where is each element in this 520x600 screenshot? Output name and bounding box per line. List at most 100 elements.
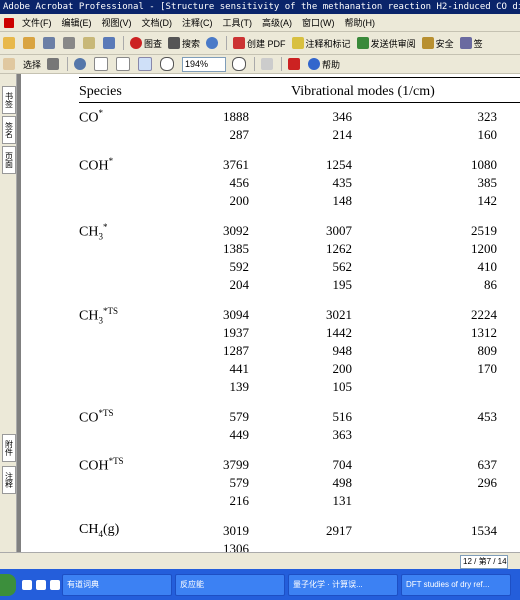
menu-file[interactable]: 文件(F)	[17, 16, 57, 29]
vibrational-modes-header: Vibrational modes (1/cm)	[291, 84, 435, 99]
start-button[interactable]	[0, 573, 16, 596]
mode-value: 453	[477, 409, 498, 424]
mode-value: 3094	[223, 307, 249, 322]
taskbar-item-dictionary[interactable]: 有道词典	[62, 573, 172, 596]
snapshot-button[interactable]	[44, 56, 64, 72]
zoom-tool-button[interactable]	[71, 56, 91, 72]
tab-signatures[interactable]: 签名	[2, 116, 16, 144]
sign-icon	[459, 37, 472, 49]
send-review-button[interactable]: 发送供审阅	[354, 35, 419, 51]
zoom-input[interactable]: 194%	[182, 56, 227, 72]
create-pdf-button[interactable]: 创建 PDF	[230, 35, 289, 51]
species-label: COH*TS	[79, 456, 124, 474]
yahoo-icon	[288, 58, 301, 70]
sign-label: 签	[473, 38, 483, 49]
mode-value: 1200	[471, 241, 497, 256]
security-button[interactable]: 安全	[419, 35, 457, 51]
taskbar-item-quantum-chem[interactable]: 量子化学 · 计算误...	[288, 573, 398, 596]
document-view[interactable]: Species Vibrational modes (1/cm) CO* 1888…	[17, 74, 520, 552]
mode-value: 435	[332, 175, 353, 190]
attach-button[interactable]	[100, 35, 120, 51]
menu-advanced[interactable]: 高级(A)	[257, 16, 297, 29]
mode-value: 105	[332, 379, 353, 394]
view-toolbar: 选择 194% 帮助	[0, 55, 520, 74]
image-search-icon	[130, 37, 142, 49]
quicklaunch-icon[interactable]	[50, 579, 60, 590]
select-tool-button[interactable]: 选择	[20, 56, 44, 72]
search-button[interactable]: 搜索	[165, 35, 203, 51]
help-label: 帮助	[322, 59, 341, 70]
tab-comments[interactable]: 注释	[2, 466, 16, 494]
sign-button[interactable]: 签	[457, 35, 486, 51]
mode-value: 498	[332, 475, 353, 490]
mode-value: 139	[229, 379, 250, 394]
zoom-out-button[interactable]	[157, 56, 179, 72]
taskbar-item-dft-studies[interactable]: DFT studies of dry ref...	[401, 573, 511, 596]
tab-attachments[interactable]: 附件	[2, 434, 16, 462]
mode-value: 216	[229, 493, 250, 508]
menu-window[interactable]: 窗口(W)	[297, 16, 340, 29]
binoculars-icon	[168, 37, 181, 49]
send-review-label: 发送供审阅	[370, 38, 416, 49]
mode-value: 214	[332, 127, 353, 142]
create-button[interactable]	[20, 35, 40, 51]
mode-value: 456	[229, 175, 250, 190]
zoom-in-button[interactable]	[229, 56, 251, 72]
mode-value: 385	[477, 175, 498, 190]
help-icon	[308, 58, 321, 70]
print-button[interactable]	[60, 35, 80, 51]
comment-markup-button[interactable]: 注释和标记	[289, 35, 354, 51]
security-label: 安全	[435, 38, 454, 49]
mode-value: 1306	[223, 541, 249, 552]
tab-pages[interactable]: 页面	[2, 146, 16, 174]
email-button[interactable]	[80, 35, 100, 51]
menu-edit[interactable]: 编辑(E)	[57, 16, 97, 29]
toolbar-separator	[254, 57, 256, 71]
camera-icon	[47, 58, 60, 70]
menu-comments[interactable]: 注释(C)	[177, 16, 218, 29]
mode-value: 441	[229, 361, 250, 376]
menu-tools[interactable]: 工具(T)	[218, 16, 258, 29]
menu-document[interactable]: 文档(D)	[137, 16, 178, 29]
refresh-button[interactable]	[203, 35, 223, 51]
fit-page-icon	[116, 57, 131, 71]
table-header-rule	[79, 102, 520, 103]
refresh-icon	[206, 37, 219, 49]
comment-icon	[291, 37, 304, 49]
mode-value: 562	[332, 259, 353, 274]
mode-value: 86	[484, 277, 497, 292]
save-button[interactable]	[40, 35, 60, 51]
toolbar-separator	[123, 36, 124, 50]
mode-value: 637	[477, 457, 498, 472]
menu-help[interactable]: 帮助(H)	[340, 16, 381, 29]
actual-size-button[interactable]	[91, 56, 113, 72]
page-indicator[interactable]: 12 / 第7 / 14 页	[460, 555, 508, 569]
comment-markup-label: 注释和标记	[305, 38, 351, 49]
fit-page-button[interactable]	[113, 56, 135, 72]
mode-value: 131	[332, 493, 353, 508]
search-label: 搜索	[182, 38, 201, 49]
quicklaunch-icon[interactable]	[36, 579, 46, 590]
navigation-panel: 书签 签名 页面 附件 注释	[0, 74, 17, 552]
taskbar-item-reaction-energy[interactable]: 反应能	[175, 573, 285, 596]
fit-width-button[interactable]	[135, 56, 157, 72]
create-pdf-icon	[233, 37, 246, 49]
hand-tool-button[interactable]	[0, 56, 20, 72]
image-search-button[interactable]: 图查	[127, 35, 165, 51]
print-icon	[63, 37, 75, 49]
taskbar: 有道词典 反应能 量子化学 · 计算误... DFT studies of dr…	[0, 569, 520, 600]
rotate-button[interactable]	[258, 56, 278, 72]
yahoo-button[interactable]	[285, 56, 305, 72]
table-top-rule	[79, 77, 520, 78]
open-button[interactable]	[0, 35, 20, 51]
mode-value: 1937	[223, 325, 249, 340]
tab-bookmarks[interactable]: 书签	[2, 86, 16, 114]
mode-value: 3021	[326, 307, 352, 322]
email-icon	[83, 37, 95, 49]
attach-icon	[103, 37, 115, 49]
quicklaunch-icon[interactable]	[22, 579, 32, 590]
mode-value: 1888	[223, 109, 249, 124]
menu-view[interactable]: 视图(V)	[97, 16, 137, 29]
help-button[interactable]: 帮助	[305, 56, 343, 72]
mode-value: 1442	[326, 325, 352, 340]
